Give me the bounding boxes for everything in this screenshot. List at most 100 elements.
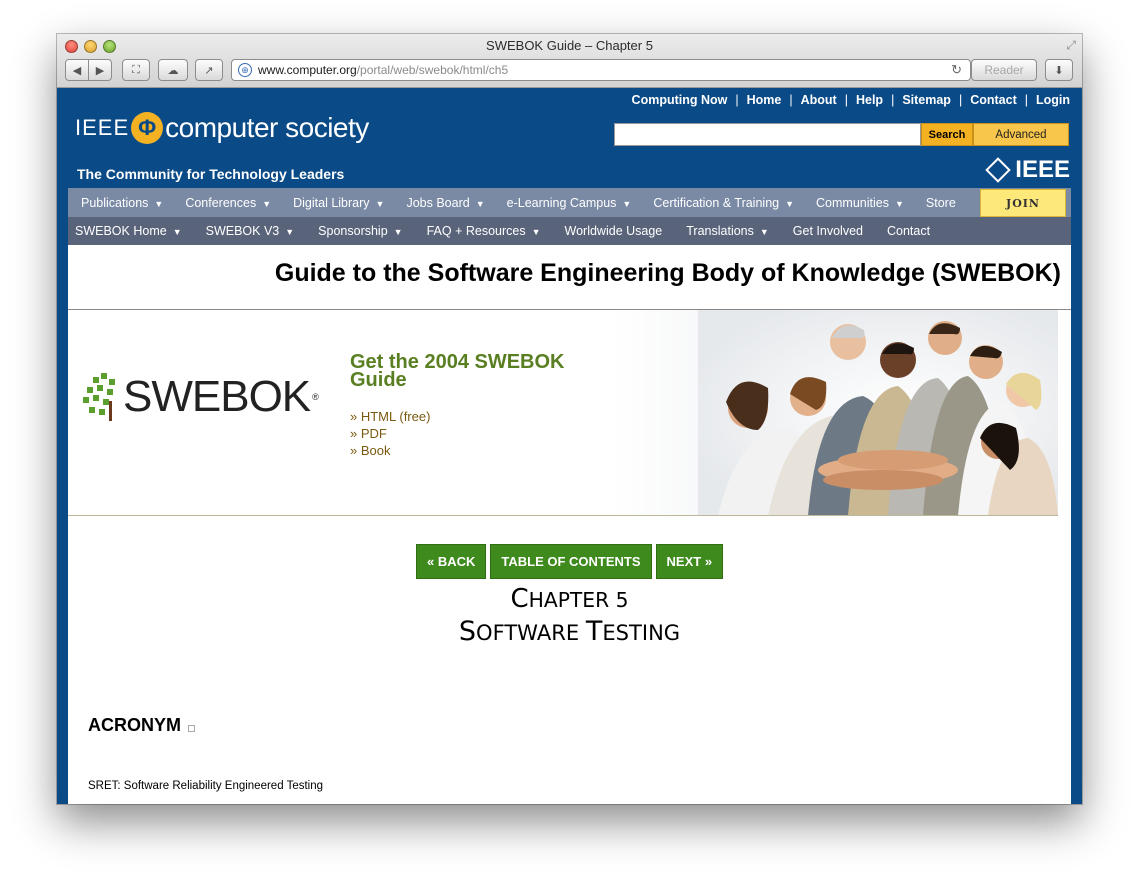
browser-window: SWEBOK Guide – Chapter 5 ⤢ ◀ ▶ ⛶ ☁ ↗ ⊕ w… [57, 34, 1082, 804]
address-bar[interactable]: ⊕ www.computer.org/portal/web/swebok/htm… [231, 59, 971, 81]
caret-down-icon: ▼ [759, 227, 769, 237]
chapter-number-initial: C [510, 584, 529, 614]
nav-communities[interactable]: Communities ▼ [816, 196, 904, 210]
chapter-title-rest-2: ESTING [602, 620, 681, 645]
chapter-nav: « BACK TABLE OF CONTENTS NEXT » [416, 544, 724, 579]
reload-icon[interactable]: ↻ [951, 62, 962, 78]
nav-faq-resources[interactable]: FAQ + Resources ▼ [427, 224, 541, 238]
swebok-pixel-icon [83, 373, 119, 421]
nav-swebok-home-label: SWEBOK Home [75, 224, 167, 238]
anchor-icon[interactable] [188, 724, 195, 732]
caret-down-icon: ▼ [894, 198, 904, 209]
downloads-button[interactable]: ⬇ [1045, 59, 1073, 81]
phi-logo-icon: Φ [131, 112, 164, 144]
share-icon: ↗ [204, 64, 214, 77]
nav-swebok-home[interactable]: SWEBOK Home ▼ [75, 224, 182, 238]
caret-down-icon: ▼ [172, 227, 182, 237]
nav-swebok-v3-label: SWEBOK V3 [205, 224, 280, 238]
chapter-title-initial-1: S [458, 616, 477, 647]
html-free-link[interactable]: » HTML (free) [350, 408, 430, 425]
caret-down-icon: ▼ [785, 198, 795, 209]
chapter-number: CHAPTER 5 [57, 584, 1082, 614]
join-button[interactable]: JOIN [980, 189, 1066, 217]
share-button[interactable]: ↗ [195, 59, 223, 81]
caret-down-icon: ▼ [475, 198, 485, 209]
caret-down-icon: ▼ [393, 227, 403, 237]
ieee-logo-text: IEEE [1015, 156, 1070, 183]
ieee-diamond-icon [985, 157, 1012, 183]
web-page: Computing Now | Home | About | Help | Sitema… [57, 88, 1082, 804]
search-button[interactable]: Search [921, 123, 973, 146]
site-tagline: The Community for Technology Leaders [77, 166, 345, 182]
forward-arrow-icon: ▶ [95, 64, 105, 77]
nav-translations-label: Translations [686, 224, 754, 238]
acronym-heading-text: ACRONYM [88, 715, 181, 735]
caret-down-icon: ▼ [375, 198, 385, 209]
nav-conferences-label: Conferences [185, 195, 257, 210]
chapter-title-initial-2: T [585, 616, 603, 647]
fullscreen-icon[interactable]: ⤢ [1066, 38, 1076, 53]
back-button[interactable]: ◀ [65, 59, 89, 81]
cloud-icon: ☁ [167, 64, 179, 77]
caret-down-icon: ▼ [262, 198, 272, 209]
nav-contact[interactable]: Contact [887, 224, 930, 238]
forward-button[interactable]: ▶ [88, 59, 112, 81]
icloud-tabs-button[interactable]: ☁ [158, 59, 188, 81]
registered-mark: ® [312, 392, 319, 402]
back-arrow-icon: ◀ [72, 64, 82, 77]
top-link-login[interactable]: Login [1036, 93, 1070, 107]
nav-publications[interactable]: Publications ▼ [81, 196, 163, 210]
acronym-item: SRET: Software Reliability Engineered Te… [88, 780, 324, 792]
top-link-about[interactable]: About [801, 93, 837, 107]
search-input[interactable] [614, 123, 921, 146]
table-of-contents-button[interactable]: TABLE OF CONTENTS [490, 544, 652, 579]
book-link[interactable]: » Book [350, 442, 430, 459]
nav-store[interactable]: Store [926, 196, 956, 210]
swebok-logo-text: SWEBOK [123, 372, 311, 421]
nav-jobs-board[interactable]: Jobs Board ▼ [406, 196, 484, 210]
nav-digital-library-label: Digital Library [293, 195, 370, 210]
chapter-title-rest-1: OFTWARE [476, 620, 586, 645]
chapter-title: SOFTWARE TESTING [57, 616, 1082, 647]
nav-sponsorship[interactable]: Sponsorship ▼ [318, 224, 402, 238]
logo-ieee-text: IEEE [75, 115, 130, 140]
top-link-help[interactable]: Help [856, 93, 883, 107]
get-swebok-heading: Get the 2004 SWEBOK Guide [350, 351, 565, 391]
url-path: /portal/web/swebok/html/ch5 [356, 63, 509, 77]
nav-digital-library[interactable]: Digital Library ▼ [293, 196, 384, 210]
top-link-computing-now[interactable]: Computing Now [632, 93, 728, 107]
caret-down-icon: ▼ [531, 227, 541, 237]
chapter-number-rest: HAPTER 5 [528, 588, 629, 612]
primary-nav: Publications ▼ Conferences ▼ Digital Libra… [68, 188, 1071, 217]
computer-society-logo[interactable]: IEEE Φ computer society [75, 112, 369, 144]
nav-communities-label: Communities [816, 195, 889, 210]
nav-get-involved[interactable]: Get Involved [793, 224, 863, 238]
next-chapter-button[interactable]: NEXT » [655, 544, 724, 579]
nav-conferences[interactable]: Conferences ▼ [185, 196, 271, 210]
nav-translations[interactable]: Translations ▼ [686, 224, 769, 238]
nav-e-learning[interactable]: e-Learning Campus ▼ [507, 196, 632, 210]
globe-icon: ⊕ [238, 63, 252, 77]
top-link-home[interactable]: Home [747, 93, 782, 107]
nav-certification[interactable]: Certification & Training ▼ [653, 196, 794, 210]
top-link-contact[interactable]: Contact [970, 93, 1017, 107]
title-bar: SWEBOK Guide – Chapter 5 ⤢ ◀ ▶ ⛶ ☁ ↗ ⊕ w… [57, 34, 1082, 88]
reader-button[interactable]: Reader [971, 59, 1037, 81]
nav-jobs-board-label: Jobs Board [406, 195, 470, 210]
swebok-logo: SWEBOK ® [83, 372, 319, 422]
pdf-link[interactable]: » PDF [350, 425, 430, 442]
top-link-sitemap[interactable]: Sitemap [902, 93, 951, 107]
download-icon: ⬇ [1054, 64, 1064, 77]
ieee-logo[interactable]: IEEE [985, 156, 1070, 184]
nav-worldwide-usage[interactable]: Worldwide Usage [565, 224, 663, 238]
nav-swebok-v3[interactable]: SWEBOK V3 ▼ [206, 224, 295, 238]
advanced-search-button[interactable]: Advanced [973, 123, 1069, 146]
caret-down-icon: ▼ [622, 198, 632, 209]
team-photo [698, 310, 1058, 515]
caret-down-icon: ▼ [154, 198, 164, 209]
page-title: Guide to the Software Engineering Body o… [68, 245, 1071, 310]
back-chapter-button[interactable]: « BACK [416, 544, 487, 579]
swebok-banner: SWEBOK ® Get the 2004 SWEBOK Guide » HTML… [68, 310, 1058, 516]
fullscreen-button[interactable]: ⛶ [122, 59, 150, 81]
url-host: www.computer.org [258, 63, 357, 77]
